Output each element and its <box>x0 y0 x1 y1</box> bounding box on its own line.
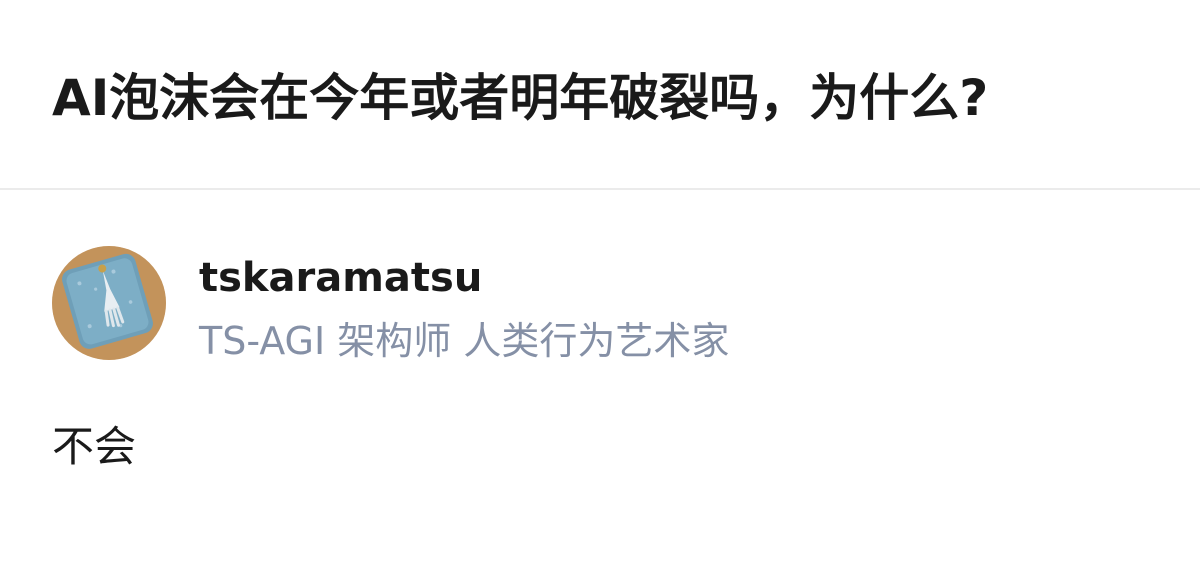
author-bio: TS-AGI 架构师 人类行为艺术家 <box>199 319 730 363</box>
avatar[interactable] <box>52 246 166 360</box>
answer-page: AI泡沫会在今年或者明年破裂吗，为什么? tskaramatsu TS-AGI … <box>0 0 1200 588</box>
author-info: tskaramatsu TS-AGI 架构师 人类行为艺术家 <box>52 246 1152 363</box>
author-name[interactable]: tskaramatsu <box>199 252 482 304</box>
question-title[interactable]: AI泡沫会在今年或者明年破裂吗，为什么? <box>52 62 988 134</box>
answer-content: 不会 <box>52 422 137 471</box>
answer-item: tskaramatsu TS-AGI 架构师 人类行为艺术家 不会 <box>0 190 1200 588</box>
question-header: AI泡沫会在今年或者明年破裂吗，为什么? <box>0 0 1200 190</box>
